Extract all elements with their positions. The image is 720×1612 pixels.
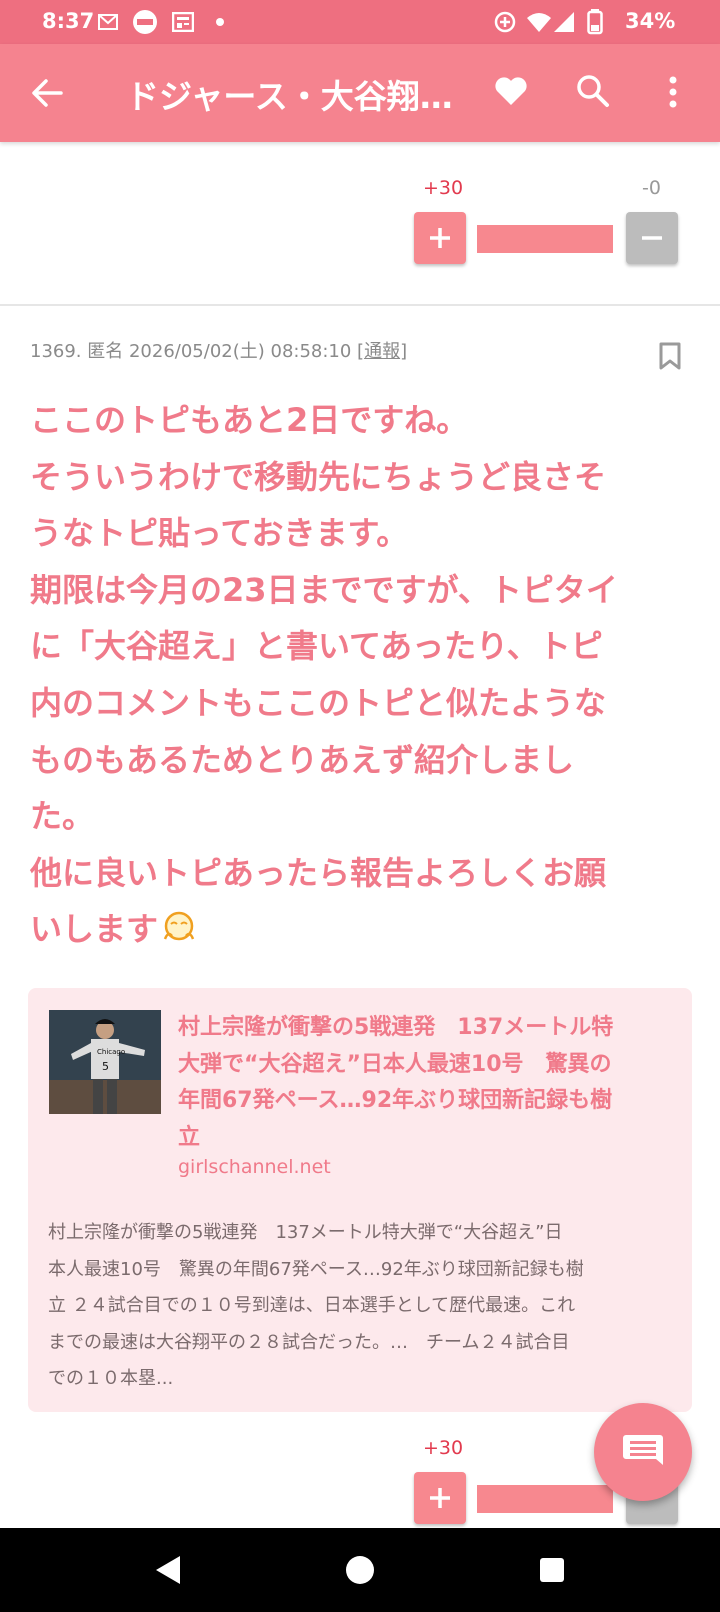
status-bar: 8:37 34% xyxy=(0,0,720,44)
back-arrow-icon[interactable] xyxy=(30,76,64,110)
card-domain: girlschannel.net xyxy=(178,1156,331,1178)
comment-line: 内のコメントもここのトピと似たような xyxy=(30,683,607,722)
card-description: 村上宗隆が衝撃の5戦連発 137メートル特大弾で“大谷超え”日 本人最速10号 … xyxy=(48,1215,678,1398)
comment-line: に「大谷超え」と書いてあったり、トピ xyxy=(30,627,603,666)
comment-line: ここのトピもあと2日ですね。 xyxy=(30,401,469,439)
more-vert-icon[interactable] xyxy=(667,74,679,110)
comment-line: うなトピ貼っておきます。 xyxy=(30,514,409,553)
plus-count: +30 xyxy=(423,177,464,199)
dot-icon xyxy=(216,18,224,26)
comment-line: 期限は今月の23日までですが、トピタイ xyxy=(30,570,618,609)
app-bar: ドジャース・大谷翔… xyxy=(0,44,720,142)
card-desc-line: までの最速は大谷翔平の２８試合だった。… チーム２４試合目 xyxy=(48,1331,570,1353)
battery-icon xyxy=(587,9,603,35)
plus-icon xyxy=(430,1488,450,1508)
search-icon[interactable] xyxy=(576,74,610,108)
signal-icon xyxy=(554,12,574,32)
comment-line-text: いします xyxy=(30,910,159,949)
recents-square-icon[interactable] xyxy=(538,1556,566,1584)
comment-meta-text: 1369. 匿名 2026/05/02(土) 08:58:10 [ xyxy=(30,341,365,362)
card-desc-line: での１０本塁... xyxy=(48,1368,174,1390)
plus-vote-bar xyxy=(477,1485,613,1513)
comment-divider xyxy=(0,304,720,306)
comment-line: た。 xyxy=(30,797,95,836)
system-nav-bar xyxy=(0,1528,720,1612)
heart-icon[interactable] xyxy=(494,76,528,106)
comment-line: ものもあるためとりあえず紹介しまし xyxy=(30,740,575,779)
status-time: 8:37 xyxy=(42,9,95,33)
plus-vote-bar xyxy=(477,225,613,253)
minus-count: -0 xyxy=(642,177,661,199)
bowing-face-emoji-icon xyxy=(163,912,195,941)
plus-icon xyxy=(430,228,450,248)
svg-text:Chicago: Chicago xyxy=(97,1048,125,1056)
card-title-line: 年間67発ペース…92年ぶり球団新記録も樹 xyxy=(178,1088,613,1114)
news-icon xyxy=(172,12,194,32)
comment-meta-close: ] xyxy=(400,341,408,362)
card-desc-line: 本人最速10号 驚異の年間67発ペース…92年ぶり球団新記録も樹 xyxy=(48,1258,584,1280)
report-link[interactable]: 通報 xyxy=(364,341,400,362)
card-desc-line: 村上宗隆が衝撃の5戦連発 137メートル特大弾で“大谷超え”日 xyxy=(48,1222,563,1243)
comment-fab-button[interactable] xyxy=(594,1403,692,1501)
comment-line: いします xyxy=(30,901,670,958)
link-card[interactable]: Chicago 5 村上宗隆が衝撃の5戦連発 137メートル特 大弾で“大谷超え… xyxy=(28,988,692,1412)
plus-vote-button[interactable] xyxy=(414,1472,466,1524)
app-badge-icon xyxy=(133,10,157,34)
mail-icon xyxy=(98,14,118,30)
plus-count: +30 xyxy=(423,1437,464,1459)
comment-body: ここのトピもあと2日ですね。 そういうわけで移動先にちょうど良さそ うなトピ貼っ… xyxy=(30,392,670,958)
card-title[interactable]: 村上宗隆が衝撃の5戦連発 137メートル特 大弾で“大谷超え”日本人最速10号 … xyxy=(178,1010,674,1156)
baseball-player-photo: Chicago 5 xyxy=(49,1010,161,1114)
minus-icon xyxy=(642,236,662,240)
chat-icon xyxy=(623,1435,663,1465)
minus-vote-button[interactable] xyxy=(626,212,678,264)
data-saver-icon xyxy=(494,11,516,33)
battery-percent: 34% xyxy=(625,9,676,33)
card-title-line: 村上宗隆が衝撃の5戦連発 137メートル特 xyxy=(178,1015,614,1040)
home-circle-icon[interactable] xyxy=(344,1554,376,1586)
card-desc-line: 立 ２４試合目での１０号到達は、日本選手として歴代最速。これ xyxy=(48,1295,576,1317)
wifi-icon xyxy=(527,13,551,32)
comment-meta: 1369. 匿名 2026/05/02(土) 08:58:10 [通報] xyxy=(30,337,407,363)
comment-line: そういうわけで移動先にちょうど良さそ xyxy=(30,457,607,496)
plus-vote-button[interactable] xyxy=(414,212,466,264)
bookmark-icon[interactable] xyxy=(659,342,681,370)
comment-line: 他に良いトピあったら報告よろしくお願 xyxy=(30,853,607,892)
page-title: ドジャース・大谷翔… xyxy=(126,77,453,116)
svg-text:5: 5 xyxy=(102,1060,109,1073)
card-title-line: 立 xyxy=(178,1124,201,1150)
article-thumbnail: Chicago 5 xyxy=(49,1010,161,1114)
back-triangle-icon[interactable] xyxy=(154,1554,182,1586)
card-title-line: 大弾で“大谷超え”日本人最速10号 驚異の xyxy=(178,1051,612,1077)
